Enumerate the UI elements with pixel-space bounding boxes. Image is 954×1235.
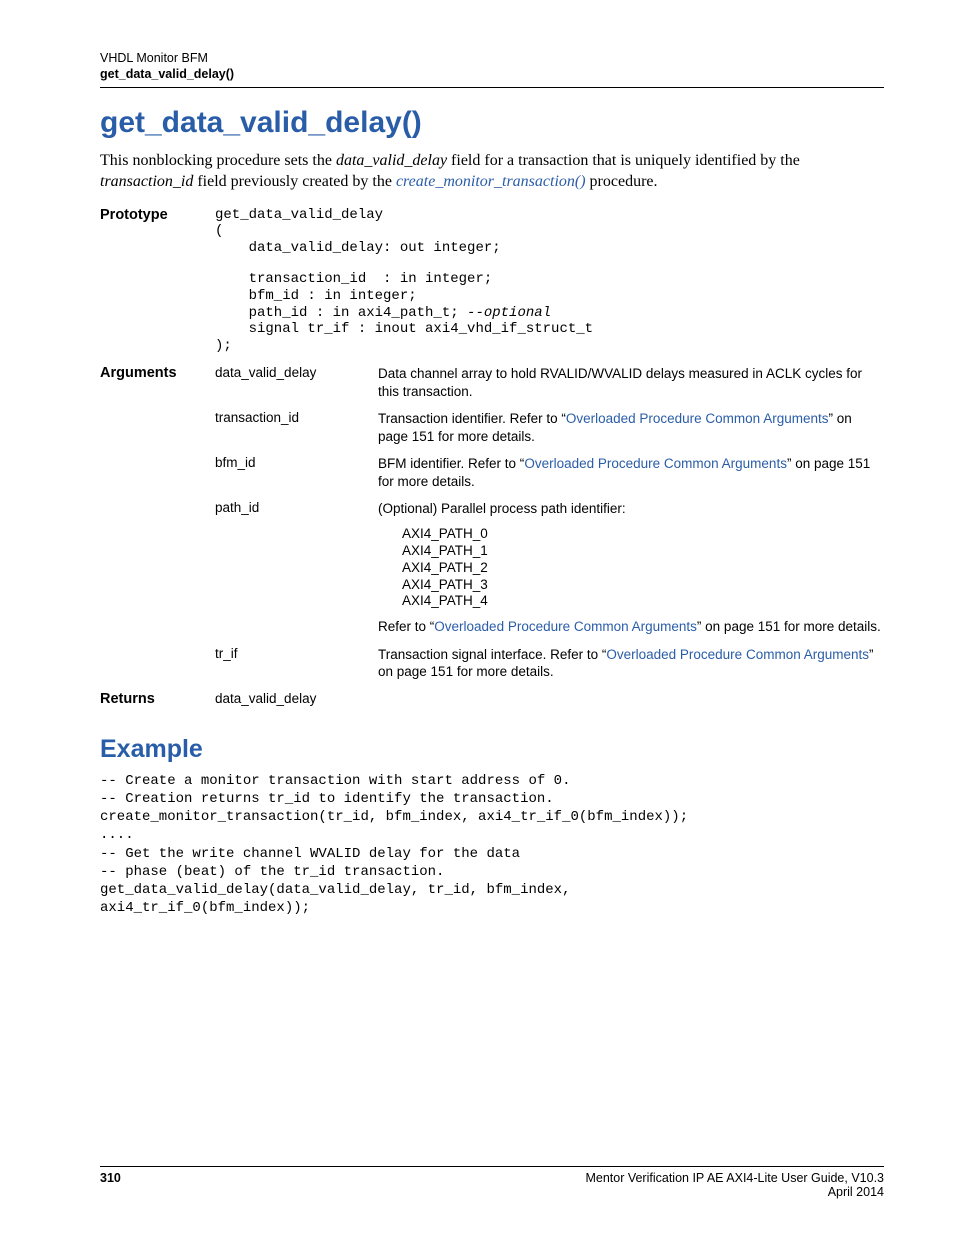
arg-path-top: (Optional) Parallel process path identif… (378, 501, 626, 516)
path-0: AXI4_PATH_0 (402, 526, 884, 543)
header-line1: VHDL Monitor BFM (100, 50, 884, 66)
proto-l6b: --optional (467, 305, 551, 321)
arg-trif-pre: Transaction signal interface. Refer to “ (378, 647, 606, 662)
proto-l3: data_valid_delay: out integer; (215, 240, 884, 257)
page: VHDL Monitor BFM get_data_valid_delay() … (0, 0, 954, 1235)
arg-bfm-link[interactable]: Overloaded Procedure Common Arguments (524, 456, 787, 471)
arg-tid-pre: Transaction identifier. Refer to “ (378, 411, 566, 426)
arg-bfm-pre: BFM identifier. Refer to “ (378, 456, 524, 471)
footer-page-number: 310 (100, 1171, 121, 1199)
path-list: AXI4_PATH_0 AXI4_PATH_1 AXI4_PATH_2 AXI4… (402, 526, 884, 610)
arguments-label: Arguments (100, 365, 215, 400)
arg-tid-desc: Transaction identifier. Refer to “Overlo… (378, 410, 884, 445)
example-heading: Example (100, 735, 884, 764)
proto-l4: transaction_id : in integer; (215, 271, 884, 288)
intro-part4: procedure. (586, 173, 658, 190)
arg-dvd-desc: Data channel array to hold RVALID/WVALID… (378, 365, 884, 400)
path-2: AXI4_PATH_2 (402, 560, 884, 577)
page-title: get_data_valid_delay() (100, 106, 884, 140)
proto-l1: get_data_valid_delay (215, 207, 884, 224)
returns-label: Returns (100, 691, 215, 707)
prototype-code: get_data_valid_delay ( data_valid_delay:… (215, 207, 884, 355)
intro-ital1: data_valid_delay (336, 152, 447, 169)
path-1: AXI4_PATH_1 (402, 543, 884, 560)
intro-ital2: transaction_id (100, 173, 193, 190)
intro-part2: field for a transaction that is uniquely… (447, 152, 800, 169)
definition-table: Prototype get_data_valid_delay ( data_va… (100, 207, 884, 707)
arg-trif-link[interactable]: Overloaded Procedure Common Arguments (606, 647, 869, 662)
proto-l7: signal tr_if : inout axi4_vhd_if_struct_… (215, 321, 884, 338)
page-footer: 310 Mentor Verification IP AE AXI4-Lite … (100, 1166, 884, 1199)
footer-right: Mentor Verification IP AE AXI4-Lite User… (585, 1171, 884, 1199)
proto-l8: ); (215, 338, 884, 355)
arg-path-desc: (Optional) Parallel process path identif… (378, 500, 884, 635)
footer-date: April 2014 (828, 1185, 884, 1199)
proto-l6a: path_id : in axi4_path_t; (215, 305, 467, 321)
arg-path-bot-post: ” on page 151 for more details. (697, 619, 881, 634)
footer-guide-title: Mentor Verification IP AE AXI4-Lite User… (585, 1171, 884, 1185)
intro-part1: This nonblocking procedure sets the (100, 152, 336, 169)
prototype-label: Prototype (100, 207, 215, 355)
proto-l6: path_id : in axi4_path_t; --optional (215, 305, 884, 322)
running-header: VHDL Monitor BFM get_data_valid_delay() (100, 50, 884, 83)
footer-rule (100, 1166, 884, 1167)
header-rule (100, 87, 884, 88)
arg-tid-name: transaction_id (215, 410, 378, 445)
intro-paragraph: This nonblocking procedure sets the data… (100, 150, 884, 193)
arg-tid-link[interactable]: Overloaded Procedure Common Arguments (566, 411, 829, 426)
example-code: -- Create a monitor transaction with sta… (100, 772, 884, 918)
header-line2: get_data_valid_delay() (100, 66, 884, 82)
arg-bfm-desc: BFM identifier. Refer to “Overloaded Pro… (378, 455, 884, 490)
arg-dvd-name: data_valid_delay (215, 365, 378, 400)
path-3: AXI4_PATH_3 (402, 577, 884, 594)
arg-bfm-name: bfm_id (215, 455, 378, 490)
arg-path-bot-pre: Refer to “ (378, 619, 434, 634)
arg-trif-desc: Transaction signal interface. Refer to “… (378, 646, 884, 681)
proto-l5: bfm_id : in integer; (215, 288, 884, 305)
arg-path-name: path_id (215, 500, 378, 635)
proto-blank (215, 257, 884, 271)
arg-path-bot-link[interactable]: Overloaded Procedure Common Arguments (434, 619, 697, 634)
intro-part3: field previously created by the (193, 173, 396, 190)
arg-trif-name: tr_if (215, 646, 378, 681)
path-4: AXI4_PATH_4 (402, 593, 884, 610)
intro-link[interactable]: create_monitor_transaction() (396, 173, 586, 190)
proto-l2: ( (215, 223, 884, 240)
returns-value: data_valid_delay (215, 691, 378, 707)
